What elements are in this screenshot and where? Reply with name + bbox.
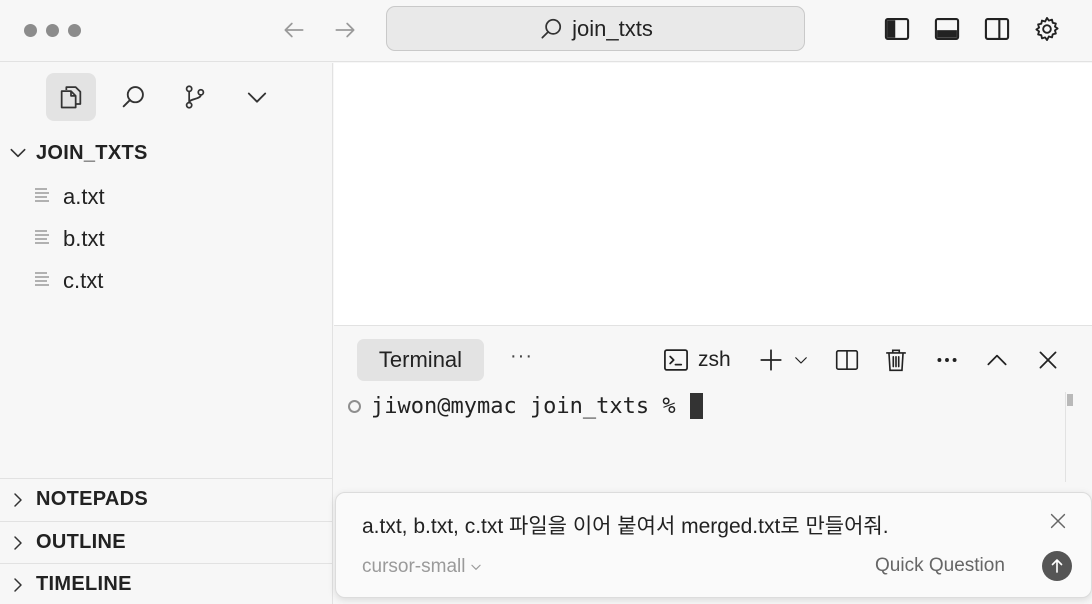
chevron-down-icon <box>247 92 267 103</box>
submit-button[interactable] <box>1042 551 1072 581</box>
toggle-panel-icon <box>934 18 960 40</box>
file-name: b.txt <box>63 226 105 251</box>
model-name: cursor-small <box>362 556 466 577</box>
model-selector[interactable]: cursor-small <box>362 556 483 578</box>
text-file-icon <box>35 188 49 202</box>
toggle-sidebar-icon <box>884 18 910 40</box>
trash-icon <box>885 349 907 372</box>
editor-area[interactable] <box>334 63 1092 325</box>
search-icon <box>541 18 562 39</box>
quick-question-popup: a.txt, b.txt, c.txt 파일을 이어 붙여서 merged.tx… <box>335 492 1092 598</box>
panel-more-tabs[interactable]: ··· <box>510 345 533 368</box>
folder-header[interactable]: JOIN_TXTS <box>0 132 333 174</box>
chevron-right-icon <box>0 576 36 594</box>
prompt-input[interactable]: a.txt, b.txt, c.txt 파일을 이어 붙여서 merged.tx… <box>362 510 889 540</box>
chevron-up-icon <box>987 354 1007 366</box>
toggle-secondary-sidebar-icon <box>984 18 1010 40</box>
section-label: NOTEPADS <box>36 488 149 510</box>
terminal-selector[interactable]: zsh <box>662 343 731 377</box>
terminal-prompt: jiwon@mymac join_txts % <box>371 393 676 419</box>
close-panel-button[interactable] <box>1031 343 1065 377</box>
scrollbar-thumb[interactable] <box>1067 394 1073 406</box>
terminal-cursor <box>689 393 703 419</box>
command-decoration-icon <box>348 399 361 413</box>
more-views-dropdown[interactable] <box>232 73 282 121</box>
minimize-window-button[interactable] <box>46 24 59 37</box>
timeline-section[interactable]: TIMELINE <box>0 563 333 604</box>
terminal-scrollbar[interactable] <box>1065 392 1079 482</box>
search-tab[interactable] <box>108 73 158 121</box>
kill-terminal-button[interactable] <box>879 343 913 377</box>
terminal-icon <box>664 349 688 371</box>
notepads-section[interactable]: NOTEPADS <box>0 478 333 520</box>
file-item[interactable]: b.txt <box>0 217 333 259</box>
close-window-button[interactable] <box>24 24 37 37</box>
files-icon <box>60 86 82 109</box>
back-arrow-icon <box>284 22 304 38</box>
explorer-tab[interactable] <box>46 73 96 121</box>
plus-icon <box>760 349 782 371</box>
title-bar: join_txts <box>0 0 1092 62</box>
terminal-prompt-line[interactable]: jiwon@mymac join_txts % <box>348 393 703 419</box>
ellipsis-icon <box>937 358 957 362</box>
new-terminal-button[interactable] <box>754 343 788 377</box>
zoom-window-button[interactable] <box>68 24 81 37</box>
mode-label[interactable]: Quick Question <box>875 555 1005 577</box>
search-label: join_txts <box>572 15 653 41</box>
file-item[interactable]: c.txt <box>0 259 333 301</box>
maximize-panel-button[interactable] <box>980 343 1014 377</box>
file-item[interactable]: a.txt <box>0 175 333 217</box>
tab-terminal[interactable]: Terminal <box>357 339 484 381</box>
folder-name: JOIN_TXTS <box>36 141 148 164</box>
outline-section[interactable]: OUTLINE <box>0 521 333 563</box>
shell-name: zsh <box>698 348 731 371</box>
command-center-search[interactable]: join_txts <box>386 6 805 51</box>
window-controls <box>24 24 81 37</box>
settings-gear-icon <box>1035 16 1059 42</box>
panel-more-actions-button[interactable] <box>930 343 964 377</box>
chevron-down-icon <box>471 564 482 570</box>
close-icon <box>1050 513 1066 529</box>
terminal-launch-profile-dropdown[interactable] <box>786 343 816 377</box>
search-icon <box>122 86 144 108</box>
settings-button[interactable] <box>1030 12 1064 46</box>
close-popup-button[interactable] <box>1044 507 1072 535</box>
sidebar: JOIN_TXTS a.txt b.txt c.txt NOTEPADS OUT… <box>0 63 333 604</box>
text-file-icon <box>35 230 49 244</box>
toggle-panel-button[interactable] <box>930 12 964 46</box>
split-terminal-button[interactable] <box>830 343 864 377</box>
chevron-down-icon <box>0 143 36 163</box>
chevron-down-icon <box>795 357 807 364</box>
arrow-up-icon <box>1051 559 1063 573</box>
chevron-right-icon <box>0 491 36 509</box>
toggle-secondary-sidebar-button[interactable] <box>980 12 1014 46</box>
file-name: c.txt <box>63 268 104 293</box>
file-name: a.txt <box>63 184 105 209</box>
text-file-icon <box>35 272 49 286</box>
section-label: OUTLINE <box>36 531 126 553</box>
source-control-icon <box>185 85 205 109</box>
chevron-right-icon <box>0 534 36 552</box>
section-label: TIMELINE <box>36 573 132 595</box>
forward-button[interactable] <box>328 15 362 45</box>
toggle-sidebar-button[interactable] <box>880 12 914 46</box>
back-button[interactable] <box>277 15 311 45</box>
forward-arrow-icon <box>335 22 355 38</box>
close-icon <box>1039 351 1057 369</box>
split-icon <box>835 349 859 371</box>
activity-bar <box>0 63 333 133</box>
source-control-tab[interactable] <box>170 73 220 121</box>
